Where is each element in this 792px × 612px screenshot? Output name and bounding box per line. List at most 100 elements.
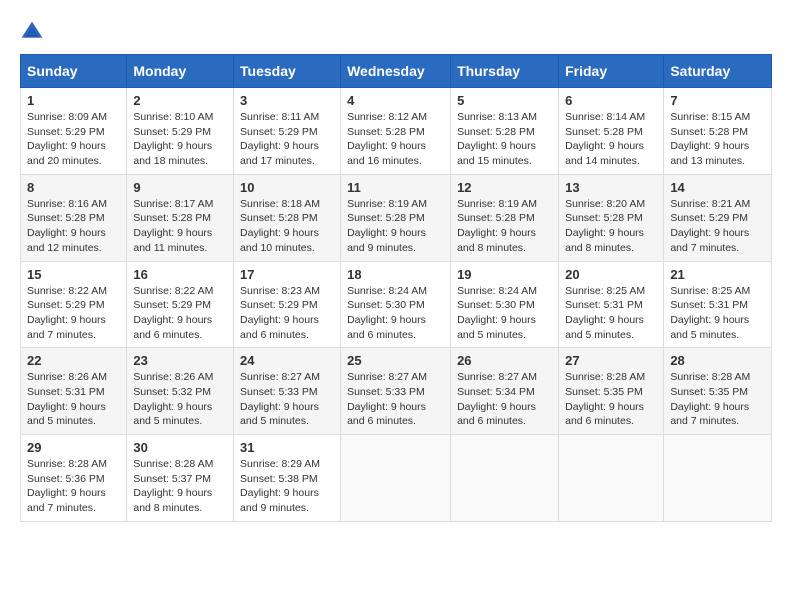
day-info: Sunrise: 8:15 AMSunset: 5:28 PMDaylight:… (670, 110, 765, 169)
day-number: 22 (27, 353, 120, 368)
calendar-day-cell: 29 Sunrise: 8:28 AMSunset: 5:36 PMDayligh… (21, 435, 127, 522)
day-info: Sunrise: 8:28 AMSunset: 5:37 PMDaylight:… (133, 457, 227, 516)
calendar-week-row: 8 Sunrise: 8:16 AMSunset: 5:28 PMDaylight… (21, 174, 772, 261)
calendar-day-cell: 22 Sunrise: 8:26 AMSunset: 5:31 PMDayligh… (21, 348, 127, 435)
calendar-day-cell (451, 435, 559, 522)
calendar-day-cell: 3 Sunrise: 8:11 AMSunset: 5:29 PMDaylight… (234, 88, 341, 175)
day-info: Sunrise: 8:13 AMSunset: 5:28 PMDaylight:… (457, 110, 552, 169)
day-info: Sunrise: 8:28 AMSunset: 5:36 PMDaylight:… (27, 457, 120, 516)
day-number: 9 (133, 180, 227, 195)
day-number: 8 (27, 180, 120, 195)
day-info: Sunrise: 8:28 AMSunset: 5:35 PMDaylight:… (670, 370, 765, 429)
day-info: Sunrise: 8:22 AMSunset: 5:29 PMDaylight:… (133, 284, 227, 343)
calendar-day-cell: 26Sunrise: 8:27 AMSunset: 5:34 PMDayligh… (451, 348, 559, 435)
day-number: 31 (240, 440, 334, 455)
day-number: 11 (347, 180, 444, 195)
day-number: 19 (457, 267, 552, 282)
day-number: 13 (565, 180, 657, 195)
day-number: 23 (133, 353, 227, 368)
weekday-header-row: SundayMondayTuesdayWednesdayThursdayFrid… (21, 55, 772, 88)
day-number: 24 (240, 353, 334, 368)
calendar-day-cell: 17 Sunrise: 8:23 AMSunset: 5:29 PMDayligh… (234, 261, 341, 348)
calendar-day-cell: 19 Sunrise: 8:24 AMSunset: 5:30 PMDayligh… (451, 261, 559, 348)
day-info: Sunrise: 8:27 AMSunset: 5:34 PMDaylight:… (457, 370, 552, 429)
day-number: 16 (133, 267, 227, 282)
day-info: Sunrise: 8:21 AMSunset: 5:29 PMDaylight:… (670, 197, 765, 256)
calendar-day-cell: 9 Sunrise: 8:17 AMSunset: 5:28 PMDaylight… (127, 174, 234, 261)
day-info: Sunrise: 8:28 AMSunset: 5:35 PMDaylight:… (565, 370, 657, 429)
day-number: 17 (240, 267, 334, 282)
day-info: Sunrise: 8:25 AMSunset: 5:31 PMDaylight:… (670, 284, 765, 343)
day-info: Sunrise: 8:09 AMSunset: 5:29 PMDaylight:… (27, 110, 120, 169)
calendar-day-cell: 18 Sunrise: 8:24 AMSunset: 5:30 PMDayligh… (341, 261, 451, 348)
calendar-day-cell: 4 Sunrise: 8:12 AMSunset: 5:28 PMDaylight… (341, 88, 451, 175)
day-number: 27 (565, 353, 657, 368)
day-number: 29 (27, 440, 120, 455)
calendar-day-cell: 8 Sunrise: 8:16 AMSunset: 5:28 PMDaylight… (21, 174, 127, 261)
calendar-day-cell: 27 Sunrise: 8:28 AMSunset: 5:35 PMDayligh… (559, 348, 664, 435)
day-number: 21 (670, 267, 765, 282)
day-info: Sunrise: 8:20 AMSunset: 5:28 PMDaylight:… (565, 197, 657, 256)
logo-icon (20, 20, 44, 44)
day-info: Sunrise: 8:24 AMSunset: 5:30 PMDaylight:… (347, 284, 444, 343)
day-info: Sunrise: 8:22 AMSunset: 5:29 PMDaylight:… (27, 284, 120, 343)
calendar-day-cell: 1 Sunrise: 8:09 AMSunset: 5:29 PMDaylight… (21, 88, 127, 175)
calendar-day-cell: 28 Sunrise: 8:28 AMSunset: 5:35 PMDayligh… (664, 348, 772, 435)
calendar-day-cell: 14 Sunrise: 8:21 AMSunset: 5:29 PMDayligh… (664, 174, 772, 261)
calendar-day-cell: 21 Sunrise: 8:25 AMSunset: 5:31 PMDayligh… (664, 261, 772, 348)
day-number: 18 (347, 267, 444, 282)
weekday-header-tuesday: Tuesday (234, 55, 341, 88)
calendar-day-cell: 30 Sunrise: 8:28 AMSunset: 5:37 PMDayligh… (127, 435, 234, 522)
calendar-day-cell: 15 Sunrise: 8:22 AMSunset: 5:29 PMDayligh… (21, 261, 127, 348)
day-number: 28 (670, 353, 765, 368)
day-info: Sunrise: 8:19 AMSunset: 5:28 PMDaylight:… (457, 197, 552, 256)
day-number: 6 (565, 93, 657, 108)
day-number: 14 (670, 180, 765, 195)
weekday-header-friday: Friday (559, 55, 664, 88)
weekday-header-saturday: Saturday (664, 55, 772, 88)
weekday-header-sunday: Sunday (21, 55, 127, 88)
calendar-day-cell: 6 Sunrise: 8:14 AMSunset: 5:28 PMDaylight… (559, 88, 664, 175)
calendar-day-cell: 12Sunrise: 8:19 AMSunset: 5:28 PMDayligh… (451, 174, 559, 261)
day-number: 25 (347, 353, 444, 368)
day-info: Sunrise: 8:12 AMSunset: 5:28 PMDaylight:… (347, 110, 444, 169)
calendar-week-row: 1 Sunrise: 8:09 AMSunset: 5:29 PMDaylight… (21, 88, 772, 175)
day-number: 10 (240, 180, 334, 195)
calendar-table: SundayMondayTuesdayWednesdayThursdayFrid… (20, 54, 772, 522)
calendar-day-cell: 7 Sunrise: 8:15 AMSunset: 5:28 PMDaylight… (664, 88, 772, 175)
calendar-day-cell: 23 Sunrise: 8:26 AMSunset: 5:32 PMDayligh… (127, 348, 234, 435)
weekday-header-thursday: Thursday (451, 55, 559, 88)
day-info: Sunrise: 8:24 AMSunset: 5:30 PMDaylight:… (457, 284, 552, 343)
calendar-day-cell: 13 Sunrise: 8:20 AMSunset: 5:28 PMDayligh… (559, 174, 664, 261)
calendar-day-cell (664, 435, 772, 522)
calendar-day-cell: 20Sunrise: 8:25 AMSunset: 5:31 PMDayligh… (559, 261, 664, 348)
calendar-week-row: 29 Sunrise: 8:28 AMSunset: 5:36 PMDayligh… (21, 435, 772, 522)
day-number: 7 (670, 93, 765, 108)
day-info: Sunrise: 8:14 AMSunset: 5:28 PMDaylight:… (565, 110, 657, 169)
calendar-day-cell: 25Sunrise: 8:27 AMSunset: 5:33 PMDayligh… (341, 348, 451, 435)
day-info: Sunrise: 8:18 AMSunset: 5:28 PMDaylight:… (240, 197, 334, 256)
day-info: Sunrise: 8:29 AMSunset: 5:38 PMDaylight:… (240, 457, 334, 516)
logo (20, 20, 48, 44)
day-number: 4 (347, 93, 444, 108)
calendar-day-cell (559, 435, 664, 522)
day-info: Sunrise: 8:11 AMSunset: 5:29 PMDaylight:… (240, 110, 334, 169)
day-number: 30 (133, 440, 227, 455)
header (20, 20, 772, 44)
day-number: 1 (27, 93, 120, 108)
day-number: 2 (133, 93, 227, 108)
day-info: Sunrise: 8:10 AMSunset: 5:29 PMDaylight:… (133, 110, 227, 169)
day-info: Sunrise: 8:17 AMSunset: 5:28 PMDaylight:… (133, 197, 227, 256)
day-number: 20 (565, 267, 657, 282)
calendar-day-cell (341, 435, 451, 522)
day-number: 15 (27, 267, 120, 282)
calendar-week-row: 22 Sunrise: 8:26 AMSunset: 5:31 PMDayligh… (21, 348, 772, 435)
day-info: Sunrise: 8:26 AMSunset: 5:31 PMDaylight:… (27, 370, 120, 429)
day-number: 3 (240, 93, 334, 108)
calendar-day-cell: 5Sunrise: 8:13 AMSunset: 5:28 PMDaylight… (451, 88, 559, 175)
day-info: Sunrise: 8:27 AMSunset: 5:33 PMDaylight:… (240, 370, 334, 429)
day-info: Sunrise: 8:16 AMSunset: 5:28 PMDaylight:… (27, 197, 120, 256)
day-info: Sunrise: 8:23 AMSunset: 5:29 PMDaylight:… (240, 284, 334, 343)
calendar-week-row: 15 Sunrise: 8:22 AMSunset: 5:29 PMDayligh… (21, 261, 772, 348)
day-info: Sunrise: 8:26 AMSunset: 5:32 PMDaylight:… (133, 370, 227, 429)
